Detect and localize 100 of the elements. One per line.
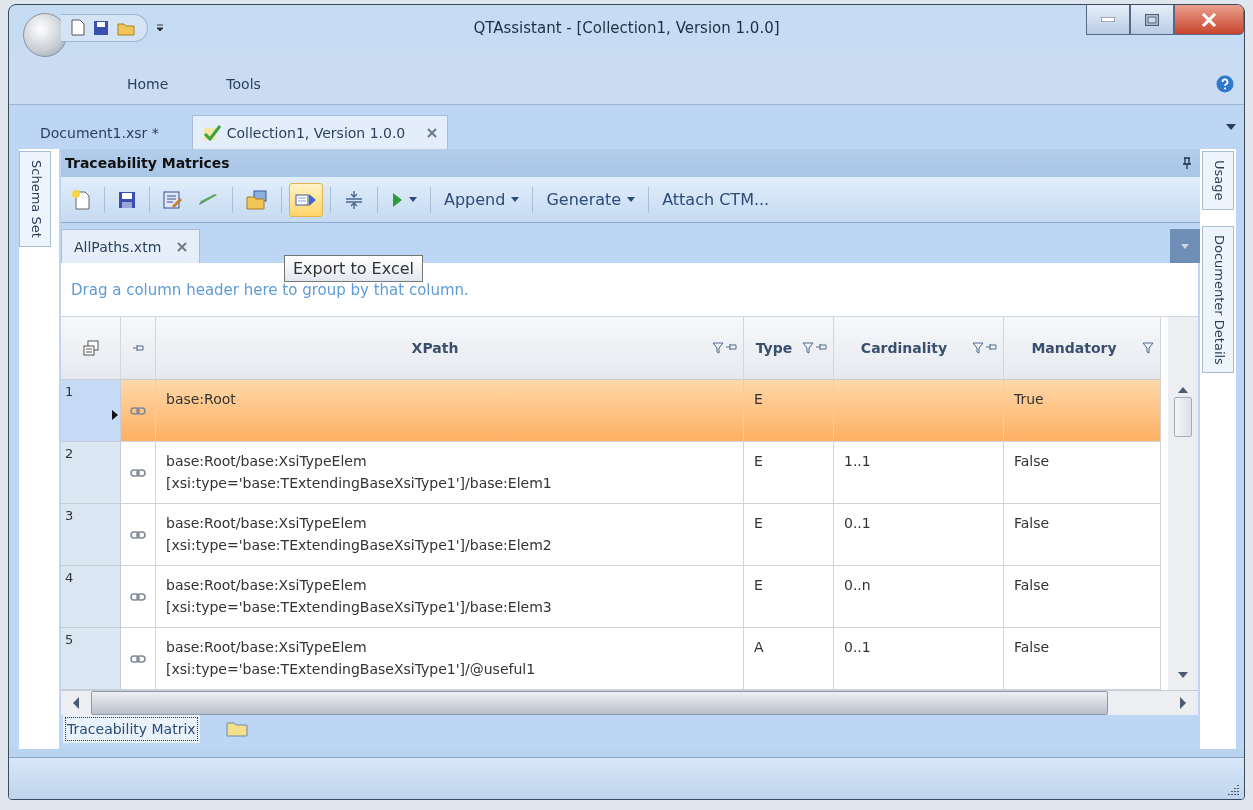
- caret-icon: [511, 197, 520, 202]
- tab-label: AllPaths.xtm: [74, 238, 162, 255]
- table-cell: base:Root/base:XsiTypeElem [xsi:type='base:TExtendingBaseXsiType1']/base:Elem1: [156, 442, 744, 504]
- link-icon: [130, 653, 146, 664]
- caret-icon: [409, 197, 417, 202]
- link-cell[interactable]: [121, 504, 156, 566]
- new-document-icon: [71, 188, 91, 211]
- table-cell: base:Root/base:XsiTypeElem [xsi:type='base:TExtendingBaseXsiType1']/base:Elem3: [156, 566, 744, 628]
- vertical-scrollbar[interactable]: [1168, 317, 1198, 690]
- pencil-icon: [197, 192, 219, 207]
- link-cell[interactable]: [121, 380, 156, 442]
- panel-title: Traceability Matrices: [65, 155, 230, 171]
- table-cell: 0..1: [834, 504, 1004, 566]
- row-number[interactable]: 4: [61, 566, 121, 628]
- link-cell[interactable]: [121, 566, 156, 628]
- table-cell: E: [744, 380, 834, 442]
- ribbon-tab[interactable]: Tools: [226, 76, 261, 92]
- row-number[interactable]: 2: [61, 442, 121, 504]
- tab-label: Document1.xsr *: [40, 124, 159, 141]
- link-icon: [130, 405, 146, 416]
- ribbon-tab[interactable]: Home: [127, 76, 169, 92]
- dropdown-icon[interactable]: [1226, 124, 1236, 130]
- column-label: Type: [754, 340, 794, 356]
- side-tab[interactable]: Schema Set: [19, 151, 51, 247]
- filter-icon[interactable]: [802, 342, 814, 354]
- scroll-up-icon[interactable]: [1178, 387, 1188, 393]
- pin-icon[interactable]: [1182, 157, 1192, 169]
- resize-grip-icon[interactable]: [1228, 783, 1240, 795]
- header-cell[interactable]: [121, 317, 156, 380]
- report-icon: [163, 189, 183, 210]
- table-cell: E: [744, 504, 834, 566]
- table-cell: base:Root: [156, 380, 744, 442]
- scroll-down-icon[interactable]: [1178, 672, 1188, 678]
- tooltip: Export to Excel: [284, 255, 423, 282]
- column-header[interactable]: XPath: [156, 317, 744, 380]
- minimize-button[interactable]: [1086, 5, 1130, 35]
- tab-label: Collection1, Version 1.0.0: [226, 124, 406, 141]
- header-cell[interactable]: [61, 317, 121, 380]
- filter-icon[interactable]: [712, 342, 724, 354]
- scroll-thumb[interactable]: [1174, 397, 1192, 437]
- dropdown-icon: [1181, 243, 1189, 249]
- document-tab[interactable]: Document1.xsr *: [29, 115, 170, 149]
- pin-icon[interactable]: [725, 342, 737, 352]
- column-header[interactable]: Mandatory: [1004, 317, 1161, 380]
- help-icon[interactable]: [1216, 75, 1234, 93]
- current-row-icon: [112, 410, 118, 420]
- file-tab[interactable]: AllPaths.xtm: [61, 229, 201, 263]
- play-icon: [391, 191, 403, 208]
- link-cell[interactable]: [121, 442, 156, 504]
- folder-icon: [225, 721, 248, 737]
- table-cell: A: [744, 628, 834, 690]
- table-cell: 1..1: [834, 442, 1004, 504]
- toolbar-button[interactable]: [289, 182, 323, 217]
- column-label: Mandatory: [1030, 340, 1118, 356]
- attach-button[interactable]: Attach CTM...: [656, 182, 776, 217]
- view-tab[interactable]: Traceability Matrix: [63, 715, 200, 743]
- close-button[interactable]: [1174, 5, 1244, 35]
- menu-button[interactable]: Generate: [540, 182, 642, 217]
- pin-icon[interactable]: [815, 342, 827, 352]
- window-title: QTAssistant - [Collection1, Version 1.0.0]: [473, 18, 780, 37]
- table-cell: base:Root/base:XsiTypeElem [xsi:type='base:TExtendingBaseXsiType1']/base:Elem2: [156, 504, 744, 566]
- minimize-icon: [1101, 17, 1115, 22]
- pin-icon[interactable]: [985, 342, 997, 352]
- column-header[interactable]: Type: [744, 317, 834, 380]
- table-cell: False: [1004, 504, 1161, 566]
- document-tab[interactable]: Collection1, Version 1.0.0: [191, 115, 449, 149]
- table-cell: False: [1004, 628, 1161, 690]
- table-cell: 0..n: [834, 566, 1004, 628]
- menu-button[interactable]: Append: [438, 182, 526, 217]
- new-document-icon[interactable]: [71, 19, 85, 36]
- side-tab[interactable]: Documenter Details: [1202, 225, 1234, 374]
- column-label: XPath: [410, 340, 460, 356]
- table-cell: 0..1: [834, 628, 1004, 690]
- checkmark-icon: [202, 124, 221, 141]
- save-icon[interactable]: [93, 19, 109, 36]
- maximize-button[interactable]: [1130, 5, 1174, 35]
- column-chooser-icon: [82, 340, 99, 356]
- link-icon: [130, 529, 146, 540]
- table-cell: E: [744, 442, 834, 504]
- filter-icon[interactable]: [972, 342, 984, 354]
- row-number[interactable]: 3: [61, 504, 121, 566]
- table-cell: False: [1004, 442, 1161, 504]
- table-cell: E: [744, 566, 834, 628]
- column-header[interactable]: Cardinality: [834, 317, 1004, 380]
- column-label: Cardinality: [859, 340, 949, 356]
- close-icon: [1201, 12, 1217, 27]
- close-icon[interactable]: [427, 127, 438, 138]
- link-icon: [130, 591, 146, 602]
- open-folder-icon: [246, 189, 268, 210]
- customize-icon[interactable]: [156, 22, 164, 33]
- row-number[interactable]: 1: [61, 380, 121, 442]
- table-cell: True: [1004, 380, 1161, 442]
- row-number[interactable]: 5: [61, 628, 121, 690]
- table-cell: False: [1004, 566, 1161, 628]
- filter-icon[interactable]: [1142, 342, 1154, 354]
- pin-icon[interactable]: [132, 343, 144, 353]
- link-cell[interactable]: [121, 628, 156, 690]
- close-icon[interactable]: [177, 241, 188, 252]
- split-icon: [344, 189, 364, 210]
- side-tab[interactable]: Usage: [1202, 151, 1234, 210]
